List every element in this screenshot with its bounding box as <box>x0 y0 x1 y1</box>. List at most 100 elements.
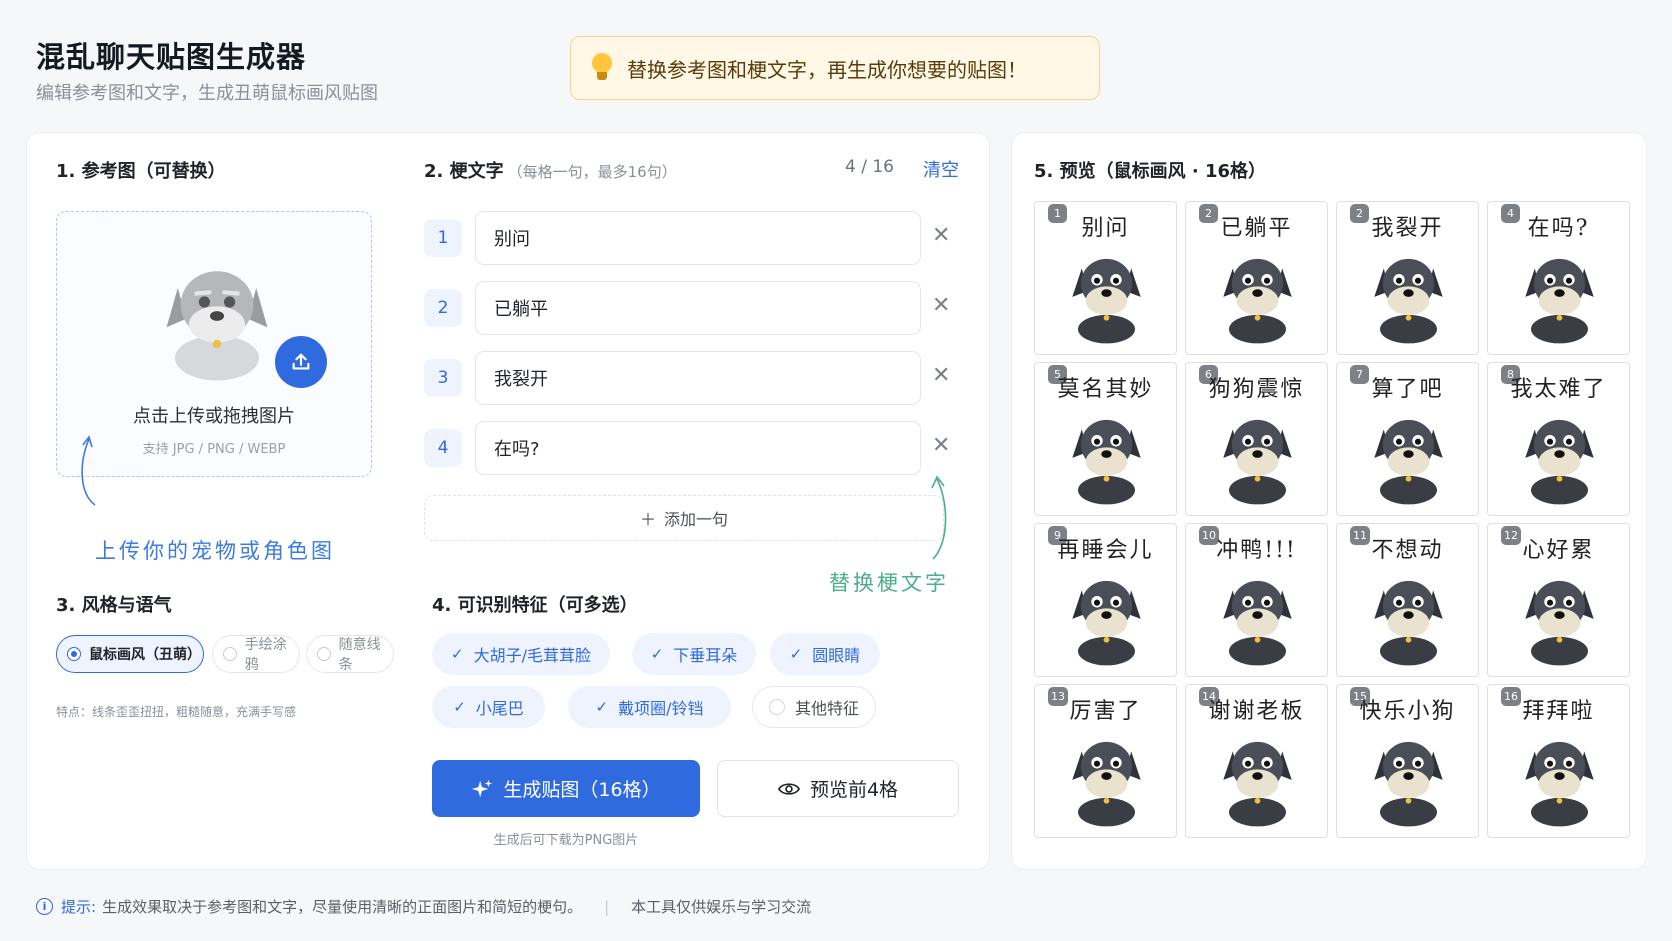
dog-sticker-image <box>1210 240 1305 348</box>
dog-sticker-image <box>1210 401 1305 509</box>
radio-empty-icon <box>223 647 237 661</box>
line-number: 4 <box>424 429 462 467</box>
tip-banner-text: 替换参考图和梗文字，再生成你想要的贴图！ <box>627 57 1027 82</box>
sticker-tile[interactable]: 7 算了吧 <box>1336 362 1479 516</box>
tip-banner: 替换参考图和梗文字，再生成你想要的贴图！ <box>570 36 1100 100</box>
tile-caption: 快乐小狗 <box>1359 699 1456 724</box>
dog-sticker-image <box>1059 240 1154 348</box>
meme-line-input[interactable]: 已躺平 <box>475 281 921 335</box>
style-option-lines[interactable]: 随意线条 <box>306 635 394 673</box>
delete-line-button[interactable]: ✕ <box>932 223 950 248</box>
sticker-tile[interactable]: 13 厉害了 <box>1034 684 1177 838</box>
meme-line-row: 3 我裂开 ✕ <box>424 351 950 405</box>
sticker-tile[interactable]: 11 不想动 <box>1336 523 1479 677</box>
meme-line-input[interactable]: 我裂开 <box>475 351 921 405</box>
upload-instruction: 点击上传或拖拽图片 <box>133 406 295 427</box>
sticker-tile[interactable]: 4 在吗? <box>1487 201 1630 355</box>
meme-section-hint: （每格一句，最多16句） <box>507 163 677 181</box>
dog-sticker-image <box>1512 240 1607 348</box>
dog-sticker-image <box>1512 562 1607 670</box>
style-option-doodle[interactable]: 手绘涂鸦 <box>212 635 300 673</box>
sticker-tile[interactable]: 12 心好累 <box>1487 523 1630 677</box>
sticker-tile[interactable]: 2 我裂开 <box>1336 201 1479 355</box>
add-line-button[interactable]: ＋ 添加一句 <box>424 495 944 541</box>
dog-sticker-image <box>1210 723 1305 831</box>
dog-sticker-image <box>1210 562 1305 670</box>
dog-sticker-image <box>1059 562 1154 670</box>
feature-eyes[interactable]: ✓ 圆眼睛 <box>770 633 880 675</box>
upload-button[interactable] <box>275 336 327 388</box>
dog-sticker-image <box>1361 401 1456 509</box>
line-number: 1 <box>424 219 462 257</box>
dog-sticker-image <box>1361 562 1456 670</box>
generate-note: 生成后可下载为PNG图片 <box>493 833 639 848</box>
feature-label: 大胡子/毛茸茸脸 <box>473 646 591 665</box>
upload-formats: 支持 JPG / PNG / WEBP <box>142 442 286 457</box>
tile-caption: 心好累 <box>1522 538 1595 563</box>
sticker-tile[interactable]: 6 狗狗震惊 <box>1185 362 1328 516</box>
dog-sticker-image <box>1361 723 1456 831</box>
feature-label: 圆眼睛 <box>812 646 861 665</box>
feature-label: 其他特征 <box>794 699 859 718</box>
plus-icon: ＋ <box>639 510 656 529</box>
feature-label: 下垂耳朵 <box>673 646 738 665</box>
preview-panel: 5. 预览（鼠标画风 · 16格） 1 别问 2 已躺平 2 我裂开 4 在吗? 5 莫名其妙 6 狗… <box>1011 132 1647 870</box>
upload-dropzone[interactable]: 点击上传或拖拽图片 支持 JPG / PNG / WEBP <box>56 211 372 477</box>
feature-beard[interactable]: ✓ 大胡子/毛茸茸脸 <box>432 633 610 675</box>
style-option-label: 随意线条 <box>338 637 381 673</box>
meme-line-input[interactable]: 别问 <box>475 211 921 265</box>
dog-sticker-image <box>1059 723 1154 831</box>
preview-button-label: 预览前4格 <box>809 779 899 801</box>
tile-caption: 我太难了 <box>1510 377 1607 402</box>
preview-button[interactable]: 预览前4格 <box>717 760 959 817</box>
check-icon: ✓ <box>451 645 464 663</box>
delete-line-button[interactable]: ✕ <box>932 293 950 318</box>
tile-caption: 不想动 <box>1371 538 1444 563</box>
tile-caption: 谢谢老板 <box>1208 699 1305 724</box>
feature-ears[interactable]: ✓ 下垂耳朵 <box>632 633 756 675</box>
upload-icon <box>292 353 310 370</box>
check-icon: ✓ <box>595 698 609 716</box>
features-section-title: 4. 可识别特征（可多选） <box>432 595 638 616</box>
tile-caption: 冲鸭!!! <box>1216 538 1297 563</box>
footer-tip-text: 生成效果取决于参考图和文字，尽量使用清晰的正面图片和简短的梗句。 <box>102 898 583 916</box>
style-option-mouse[interactable]: 鼠标画风（丑萌） <box>56 635 204 673</box>
generate-button[interactable]: 生成贴图（16格） <box>432 760 700 817</box>
delete-line-button[interactable]: ✕ <box>932 433 950 458</box>
delete-line-button[interactable]: ✕ <box>932 363 950 388</box>
sparkle-icon <box>472 779 493 797</box>
footer: i 提示: 生成效果取决于参考图和文字，尽量使用清晰的正面图片和简短的梗句。 |… <box>36 896 811 917</box>
check-icon: ✓ <box>650 645 664 663</box>
sticker-tile[interactable]: 14 谢谢老板 <box>1185 684 1328 838</box>
style-option-label: 手绘涂鸦 <box>244 637 287 673</box>
meme-line-input[interactable]: 在吗? <box>475 421 921 475</box>
footer-disclaimer: 本工具仅供娱乐与学习交流 <box>631 898 812 916</box>
footer-divider: | <box>604 897 610 916</box>
sticker-tile[interactable]: 10 冲鸭!!! <box>1185 523 1328 677</box>
sticker-tile[interactable]: 1 别问 <box>1034 201 1177 355</box>
dog-sticker-image <box>1059 401 1154 509</box>
info-icon: i <box>36 898 53 915</box>
feature-other[interactable]: 其他特征 <box>752 686 876 728</box>
sticker-tile[interactable]: 2 已躺平 <box>1185 201 1328 355</box>
tile-caption: 拜拜啦 <box>1522 699 1595 724</box>
tile-caption: 我裂开 <box>1371 216 1444 241</box>
sticker-tile[interactable]: 8 我太难了 <box>1487 362 1630 516</box>
meme-line-row: 4 在吗? ✕ <box>424 421 950 475</box>
radio-empty-icon <box>317 647 331 661</box>
style-section-title: 3. 风格与语气 <box>56 595 172 616</box>
feature-tail[interactable]: ✓ 小尾巴 <box>432 686 545 728</box>
clear-button[interactable]: 清空 <box>923 156 959 182</box>
tile-caption: 在吗? <box>1527 216 1590 241</box>
meme-section-title: 2. 梗文字 （每格一句，最多16句） <box>424 157 677 183</box>
check-icon: ✓ <box>789 645 803 663</box>
sticker-tile[interactable]: 5 莫名其妙 <box>1034 362 1177 516</box>
line-number: 2 <box>424 289 462 327</box>
app-title: 混乱聊天贴图生成器 <box>36 40 307 74</box>
meme-annotation: 替换梗文字 <box>829 571 949 595</box>
sticker-tile[interactable]: 9 再睡会儿 <box>1034 523 1177 677</box>
sticker-tile[interactable]: 16 拜拜啦 <box>1487 684 1630 838</box>
sticker-tile[interactable]: 15 快乐小狗 <box>1336 684 1479 838</box>
tile-caption: 厉害了 <box>1069 699 1142 724</box>
feature-collar[interactable]: ✓ 戴项圈/铃铛 <box>568 686 731 728</box>
